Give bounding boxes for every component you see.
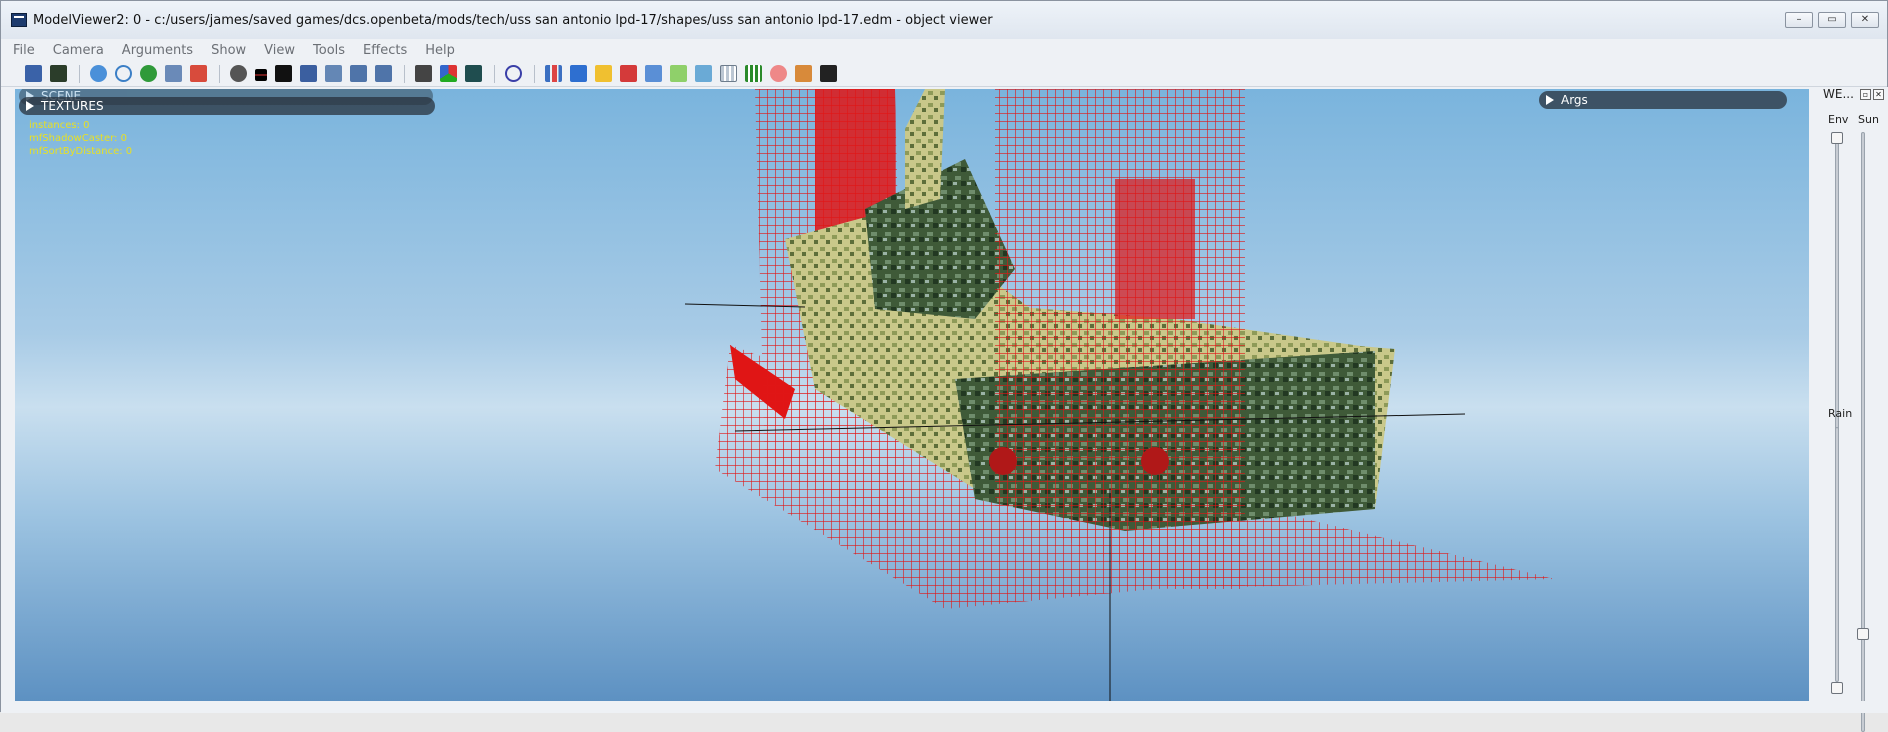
color-wheel-icon[interactable] xyxy=(440,65,457,82)
stats-overlay: instances: 0 mfShadowCaster: 0 mfSortByD… xyxy=(29,119,132,158)
app-icon xyxy=(11,13,27,27)
rotate-icon[interactable] xyxy=(115,65,132,82)
menu-file[interactable]: File xyxy=(13,43,35,58)
expand-triangle-icon xyxy=(26,101,34,111)
menu-camera[interactable]: Camera xyxy=(53,43,104,58)
image-icon[interactable] xyxy=(165,65,182,82)
light-icon[interactable] xyxy=(325,65,342,82)
film-icon[interactable] xyxy=(465,65,482,82)
title-bar[interactable]: ModelViewer2: 0 - c:/users/james/saved g… xyxy=(1,1,1887,39)
photo-icon[interactable] xyxy=(415,65,432,82)
args-panel-header[interactable]: Args xyxy=(1539,91,1787,109)
stat-line: mfSortByDistance: 0 xyxy=(29,146,133,157)
menu-arguments[interactable]: Arguments xyxy=(122,43,193,58)
stern-wire-solid xyxy=(1115,179,1195,319)
green-grid-icon[interactable] xyxy=(745,65,762,82)
bar-chart-icon[interactable] xyxy=(545,65,562,82)
green-box-icon[interactable] xyxy=(670,65,687,82)
textures-label: TEXTURES xyxy=(41,99,104,113)
3d-viewport[interactable]: SCENE TEXTURES instances: 0 mfShadowCast… xyxy=(15,89,1809,701)
funnel-icon[interactable] xyxy=(300,65,317,82)
float-panel-button[interactable]: ▫ xyxy=(1860,89,1871,100)
weather-panel: WE... ▫ ✕ Env Sun Rain xyxy=(1813,87,1888,732)
sun-slider-track[interactable] xyxy=(1861,132,1865,732)
maximize-button[interactable]: ▭ xyxy=(1818,12,1846,28)
toolbar-separator xyxy=(219,64,220,83)
crosshair-icon[interactable] xyxy=(255,68,267,81)
rain-label: Rain xyxy=(1828,407,1853,420)
toolbar-separator xyxy=(404,64,405,83)
textures-panel-header[interactable]: TEXTURES xyxy=(19,97,435,115)
menu-help[interactable]: Help xyxy=(425,43,455,58)
ship-mast xyxy=(905,89,945,209)
refresh-icon[interactable] xyxy=(140,65,157,82)
toolbar xyxy=(1,61,1887,87)
reload-model-icon[interactable] xyxy=(50,65,67,82)
rain-slider-track[interactable] xyxy=(1835,427,1839,682)
pilot-icon[interactable] xyxy=(795,65,812,82)
model-viewer-window: ModelViewer2: 0 - c:/users/james/saved g… xyxy=(0,0,1888,732)
close-panel-button[interactable]: ✕ xyxy=(1873,89,1884,100)
toolbar-separator xyxy=(79,64,80,83)
stat-line: mfShadowCaster: 0 xyxy=(29,133,127,144)
toolbar-separator xyxy=(494,64,495,83)
env-slider-handle[interactable] xyxy=(1831,132,1843,144)
close-button[interactable]: ✕ xyxy=(1851,12,1879,28)
axis-icon[interactable] xyxy=(695,65,712,82)
camera-icon[interactable] xyxy=(230,65,247,82)
person-icon[interactable] xyxy=(190,65,207,82)
stern-wire-plane xyxy=(995,89,1245,589)
model-render xyxy=(684,89,1555,701)
menu-show[interactable]: Show xyxy=(211,43,246,58)
menu-view[interactable]: View xyxy=(264,43,295,58)
menu-bar: File Camera Arguments Show View Tools Ef… xyxy=(1,39,1887,61)
undo-icon[interactable] xyxy=(505,65,522,82)
rain-slider-handle[interactable] xyxy=(1831,682,1843,694)
minimize-button[interactable]: – xyxy=(1785,12,1813,28)
sphere-icon[interactable] xyxy=(90,65,107,82)
skeleton-icon[interactable] xyxy=(820,65,837,82)
window-title: ModelViewer2: 0 - c:/users/james/saved g… xyxy=(33,12,993,28)
status-strip xyxy=(1,701,1887,713)
blue-box-icon[interactable] xyxy=(645,65,662,82)
toolbar-separator xyxy=(534,64,535,83)
sun-slider-handle[interactable] xyxy=(1857,628,1869,640)
arrow-left-icon[interactable] xyxy=(375,65,392,82)
grid-toggle-icon[interactable] xyxy=(720,65,737,82)
folder-icon[interactable] xyxy=(595,65,612,82)
menu-effects[interactable]: Effects xyxy=(363,43,407,58)
sun-label: Sun xyxy=(1858,113,1879,126)
arrow-right-icon[interactable] xyxy=(350,65,367,82)
target-icon[interactable] xyxy=(770,65,787,82)
propeller-right-icon xyxy=(1141,447,1169,475)
cube-icon[interactable] xyxy=(570,65,587,82)
expand-triangle-icon xyxy=(1546,95,1554,105)
red-cube-icon[interactable] xyxy=(620,65,637,82)
env-label: Env xyxy=(1828,113,1849,126)
propeller-left-icon xyxy=(989,447,1017,475)
open-icon[interactable] xyxy=(25,65,42,82)
menu-tools[interactable]: Tools xyxy=(313,43,345,58)
args-label: Args xyxy=(1561,93,1588,107)
weather-panel-title: WE... xyxy=(1823,87,1854,101)
black-square-icon[interactable] xyxy=(275,65,292,82)
stat-line: instances: 0 xyxy=(29,120,90,131)
